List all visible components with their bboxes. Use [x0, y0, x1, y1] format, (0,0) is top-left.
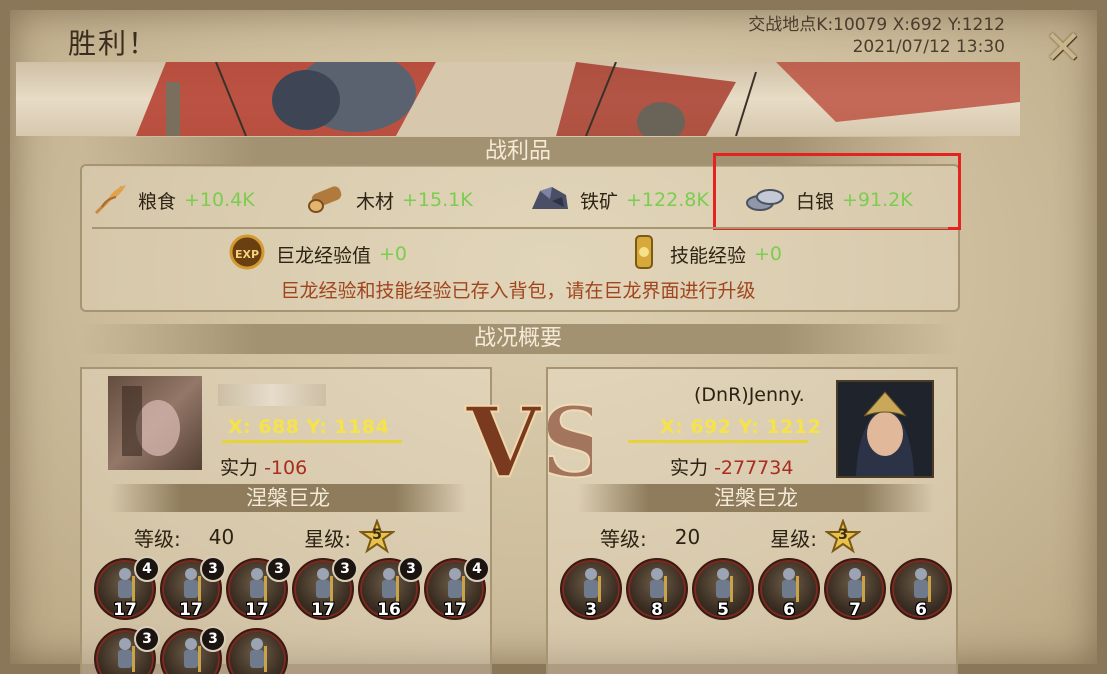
defender-portrait — [838, 382, 932, 476]
troop-badge: 3 — [398, 556, 424, 582]
troop-badge: 3 — [200, 626, 226, 652]
defender-dragon-name: 涅槃巨龙 — [578, 484, 934, 512]
resource-label: 木材 — [356, 190, 395, 213]
defender-coords-underline — [628, 440, 808, 443]
troop-level: 6 — [783, 600, 795, 620]
resource-label: 铁矿 — [580, 190, 619, 213]
dragon-exp-value: +0 — [379, 243, 408, 265]
troop-unit[interactable]: 3 17 — [226, 556, 292, 620]
troop-level: 5 — [717, 600, 729, 620]
attacker-level-row: 等级: 40 星级: 5 — [134, 518, 397, 555]
skill-exp-label: 技能经验 — [670, 244, 747, 267]
defender-avatar[interactable] — [836, 380, 934, 478]
troop-unit[interactable]: 7 — [824, 558, 886, 620]
resource-value: +122.8K — [626, 189, 709, 211]
troop-level: 17 — [113, 600, 137, 620]
defender-level-row: 等级: 20 星级: 3 — [600, 518, 863, 555]
troop-badge: 3 — [266, 556, 292, 582]
power-value: -277734 — [714, 457, 794, 479]
troop-level: 17 — [443, 600, 467, 620]
star-icon: 3 — [823, 518, 863, 555]
resource-iron: 铁矿 +122.8K — [528, 180, 709, 220]
resource-food: 粮食 +10.4K — [92, 180, 255, 220]
resource-value: +10.4K — [184, 189, 255, 211]
star-label: 星级: — [304, 526, 351, 551]
wheat-icon — [92, 181, 130, 220]
battle-meta: 交战地点K:10079 X:692 Y:1212 2021/07/12 13:3… — [748, 14, 1005, 58]
troop-badge: 3 — [332, 556, 358, 582]
power-value: -106 — [264, 457, 308, 479]
blurred-avatar-image — [108, 376, 202, 470]
iron-ore-icon — [528, 181, 572, 220]
troop-level: 17 — [245, 600, 269, 620]
defender-name: (DnR)Jenny. — [694, 384, 805, 406]
skill-exp-row: 技能经验 +0 — [628, 234, 782, 274]
svg-text:EXP: EXP — [235, 248, 259, 261]
troop-unit[interactable]: 3 17 — [160, 556, 226, 620]
silver-highlight-box — [713, 153, 961, 230]
attacker-coords-underline — [222, 440, 402, 443]
star-count: 3 — [838, 527, 848, 543]
troop-unit[interactable]: 4 17 — [94, 556, 160, 620]
level-value: 40 — [208, 525, 235, 549]
exp-notice: 巨龙经验和技能经验已存入背包，请在巨龙界面进行升级 — [280, 280, 756, 302]
exp-icon: EXP — [226, 232, 268, 277]
resource-wood: 木材 +15.1K — [306, 180, 473, 220]
troop-badge: 3 — [200, 556, 226, 582]
power-label: 实力 — [670, 457, 709, 479]
level-label: 等级: — [600, 526, 647, 551]
defender-power: 实力 -277734 — [670, 453, 793, 480]
attacker-avatar[interactable] — [108, 376, 202, 470]
skill-exp-value: +0 — [754, 243, 783, 265]
troop-level: 17 — [179, 600, 203, 620]
page-title: 胜利！ — [68, 27, 159, 60]
troop-unit[interactable]: 5 — [692, 558, 754, 620]
troop-badge: 3 — [134, 626, 160, 652]
troop-level: 8 — [651, 600, 663, 620]
battle-datetime: 2021/07/12 13:30 — [852, 37, 1005, 57]
overview-section-title: 战况概要 — [80, 324, 956, 354]
troop-level: 6 — [915, 600, 927, 620]
battle-scene-banner — [16, 62, 1020, 136]
loot-divider — [92, 227, 948, 229]
star-label: 星级: — [770, 526, 817, 551]
troop-unit[interactable]: 6 — [890, 558, 952, 620]
level-label: 等级: — [134, 526, 181, 551]
attacker-coords[interactable]: X: 688 Y: 1184 — [228, 416, 389, 438]
troop-unit[interactable]: 3 16 — [358, 556, 424, 620]
troop-badge: 4 — [134, 556, 160, 582]
troop-level: 16 — [377, 600, 401, 620]
troop-level: 7 — [849, 600, 861, 620]
soldier-icon — [250, 638, 267, 672]
close-icon[interactable]: ✕ — [1040, 24, 1086, 70]
attacker-dragon-name: 涅槃巨龙 — [110, 484, 466, 512]
troop-unit[interactable]: 8 — [626, 558, 688, 620]
star-icon: 5 — [357, 518, 397, 555]
battle-location: 交战地点K:10079 X:692 Y:1212 — [748, 15, 1005, 35]
star-count: 5 — [372, 527, 382, 543]
troop-unit[interactable]: 6 — [758, 558, 820, 620]
troop-badge: 4 — [464, 556, 490, 582]
battle-report-window: 胜利！ 交战地点K:10079 X:692 Y:1212 2021/07/12 … — [0, 0, 1107, 674]
wood-log-icon — [306, 182, 348, 219]
troop-level: 17 — [311, 600, 335, 620]
troop-unit[interactable]: 3 — [560, 558, 622, 620]
troop-unit[interactable]: 4 17 — [424, 556, 490, 620]
troop-level: 3 — [585, 600, 597, 620]
defender-coords[interactable]: X: 692 Y: 1212 — [660, 416, 821, 438]
resource-label: 粮食 — [138, 190, 177, 213]
troop-unit[interactable]: 3 17 — [292, 556, 358, 620]
skill-scroll-icon — [628, 232, 662, 277]
power-label: 实力 — [220, 457, 259, 479]
battle-scene-illustration — [136, 62, 1020, 136]
level-value: 20 — [674, 525, 701, 549]
dragon-exp-label: 巨龙经验值 — [276, 244, 372, 267]
attacker-power: 实力 -106 — [220, 453, 307, 480]
dragon-exp-row: EXP 巨龙经验值 +0 — [226, 234, 407, 274]
resource-value: +15.1K — [402, 189, 473, 211]
attacker-name-blurred — [218, 384, 326, 406]
